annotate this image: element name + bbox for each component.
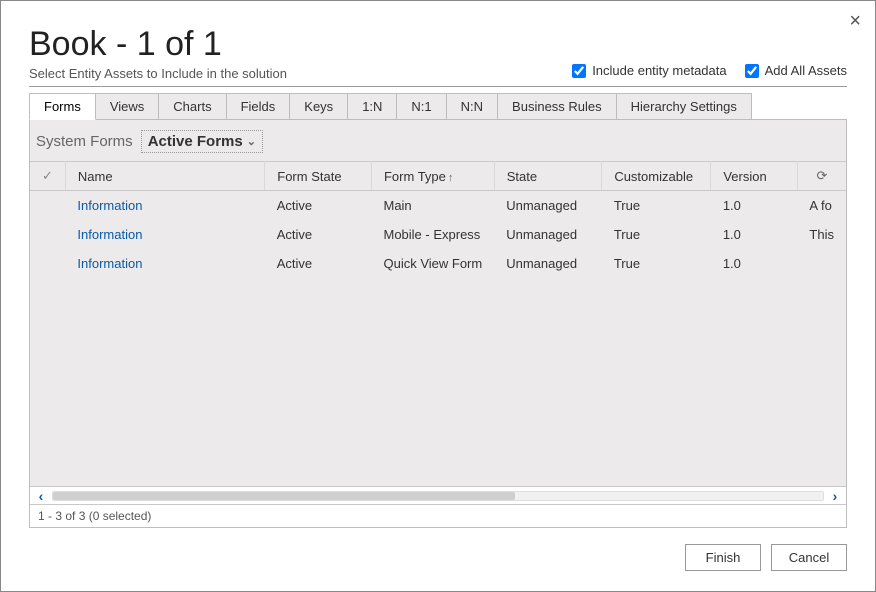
row-form-type: Mobile - Express <box>371 220 494 249</box>
row-checkbox[interactable] <box>30 191 65 221</box>
page-title: Book - 1 of 1 <box>29 25 847 64</box>
filter-value: Active Forms <box>148 133 243 150</box>
row-desc: This <box>797 220 846 249</box>
col-customizable[interactable]: Customizable <box>602 162 711 191</box>
filter-dropdown[interactable]: Active Forms ⌄ <box>141 130 263 153</box>
row-form-state: Active <box>265 191 372 221</box>
row-name-link[interactable]: Information <box>65 249 264 278</box>
row-form-state: Active <box>265 220 372 249</box>
tab-business-rules[interactable]: Business Rules <box>497 93 617 119</box>
tab-charts[interactable]: Charts <box>158 93 226 119</box>
col-version[interactable]: Version <box>711 162 798 191</box>
col-form-state[interactable]: Form State <box>265 162 372 191</box>
include-metadata-checkbox[interactable]: Include entity metadata <box>572 63 726 78</box>
sort-asc-icon: ↑ <box>448 172 454 184</box>
col-name[interactable]: Name <box>65 162 264 191</box>
include-metadata-input[interactable] <box>572 64 586 78</box>
row-desc: A fo <box>797 191 846 221</box>
row-state: Unmanaged <box>494 249 602 278</box>
add-all-assets-input[interactable] <box>745 64 759 78</box>
row-state: Unmanaged <box>494 191 602 221</box>
tab-n-n[interactable]: N:N <box>446 93 498 119</box>
row-version: 1.0 <box>711 220 798 249</box>
row-checkbox[interactable] <box>30 220 65 249</box>
row-version: 1.0 <box>711 191 798 221</box>
row-checkbox[interactable] <box>30 249 65 278</box>
row-version: 1.0 <box>711 249 798 278</box>
col-form-type[interactable]: Form Type↑ <box>371 162 494 191</box>
add-all-assets-checkbox[interactable]: Add All Assets <box>745 63 847 78</box>
status-text: 1 - 3 of 3 (0 selected) <box>30 504 846 527</box>
row-customizable: True <box>602 191 711 221</box>
tab-fields[interactable]: Fields <box>226 93 291 119</box>
scroll-left-icon[interactable]: ‹ <box>30 488 52 504</box>
forms-table: ✓ Name Form State Form Type↑ State Custo… <box>30 161 846 278</box>
tab-n-1[interactable]: N:1 <box>396 93 446 119</box>
row-form-type: Quick View Form <box>371 249 494 278</box>
finish-button[interactable]: Finish <box>685 544 761 571</box>
table-row[interactable]: InformationActiveQuick View FormUnmanage… <box>30 249 846 278</box>
cancel-button[interactable]: Cancel <box>771 544 847 571</box>
tab-keys[interactable]: Keys <box>289 93 348 119</box>
row-desc <box>797 249 846 278</box>
filter-row: System Forms Active Forms ⌄ <box>29 120 847 161</box>
row-state: Unmanaged <box>494 220 602 249</box>
filter-label: System Forms <box>36 133 133 150</box>
table-row[interactable]: InformationActiveMobile - ExpressUnmanag… <box>30 220 846 249</box>
close-icon[interactable]: × <box>849 11 861 31</box>
col-state[interactable]: State <box>494 162 602 191</box>
select-all-checkbox[interactable]: ✓ <box>30 162 65 191</box>
row-name-link[interactable]: Information <box>65 220 264 249</box>
scroll-right-icon[interactable]: › <box>824 488 846 504</box>
refresh-icon[interactable]: ⟳ <box>797 162 846 191</box>
divider <box>29 86 847 87</box>
chevron-down-icon: ⌄ <box>247 135 256 148</box>
include-metadata-label: Include entity metadata <box>592 63 726 78</box>
tab-1-n[interactable]: 1:N <box>347 93 397 119</box>
tab-hierarchy-settings[interactable]: Hierarchy Settings <box>616 93 752 119</box>
horizontal-scrollbar[interactable]: ‹ › <box>30 486 846 504</box>
tabs: FormsViewsChartsFieldsKeys1:NN:1N:NBusin… <box>29 93 847 120</box>
tab-forms[interactable]: Forms <box>29 93 96 120</box>
add-all-assets-label: Add All Assets <box>765 63 847 78</box>
tab-views[interactable]: Views <box>95 93 159 119</box>
row-name-link[interactable]: Information <box>65 191 264 221</box>
row-customizable: True <box>602 249 711 278</box>
row-customizable: True <box>602 220 711 249</box>
row-form-type: Main <box>371 191 494 221</box>
row-form-state: Active <box>265 249 372 278</box>
table-row[interactable]: InformationActiveMainUnmanagedTrue1.0A f… <box>30 191 846 221</box>
scroll-track[interactable] <box>52 491 824 501</box>
scroll-thumb[interactable] <box>53 492 515 500</box>
